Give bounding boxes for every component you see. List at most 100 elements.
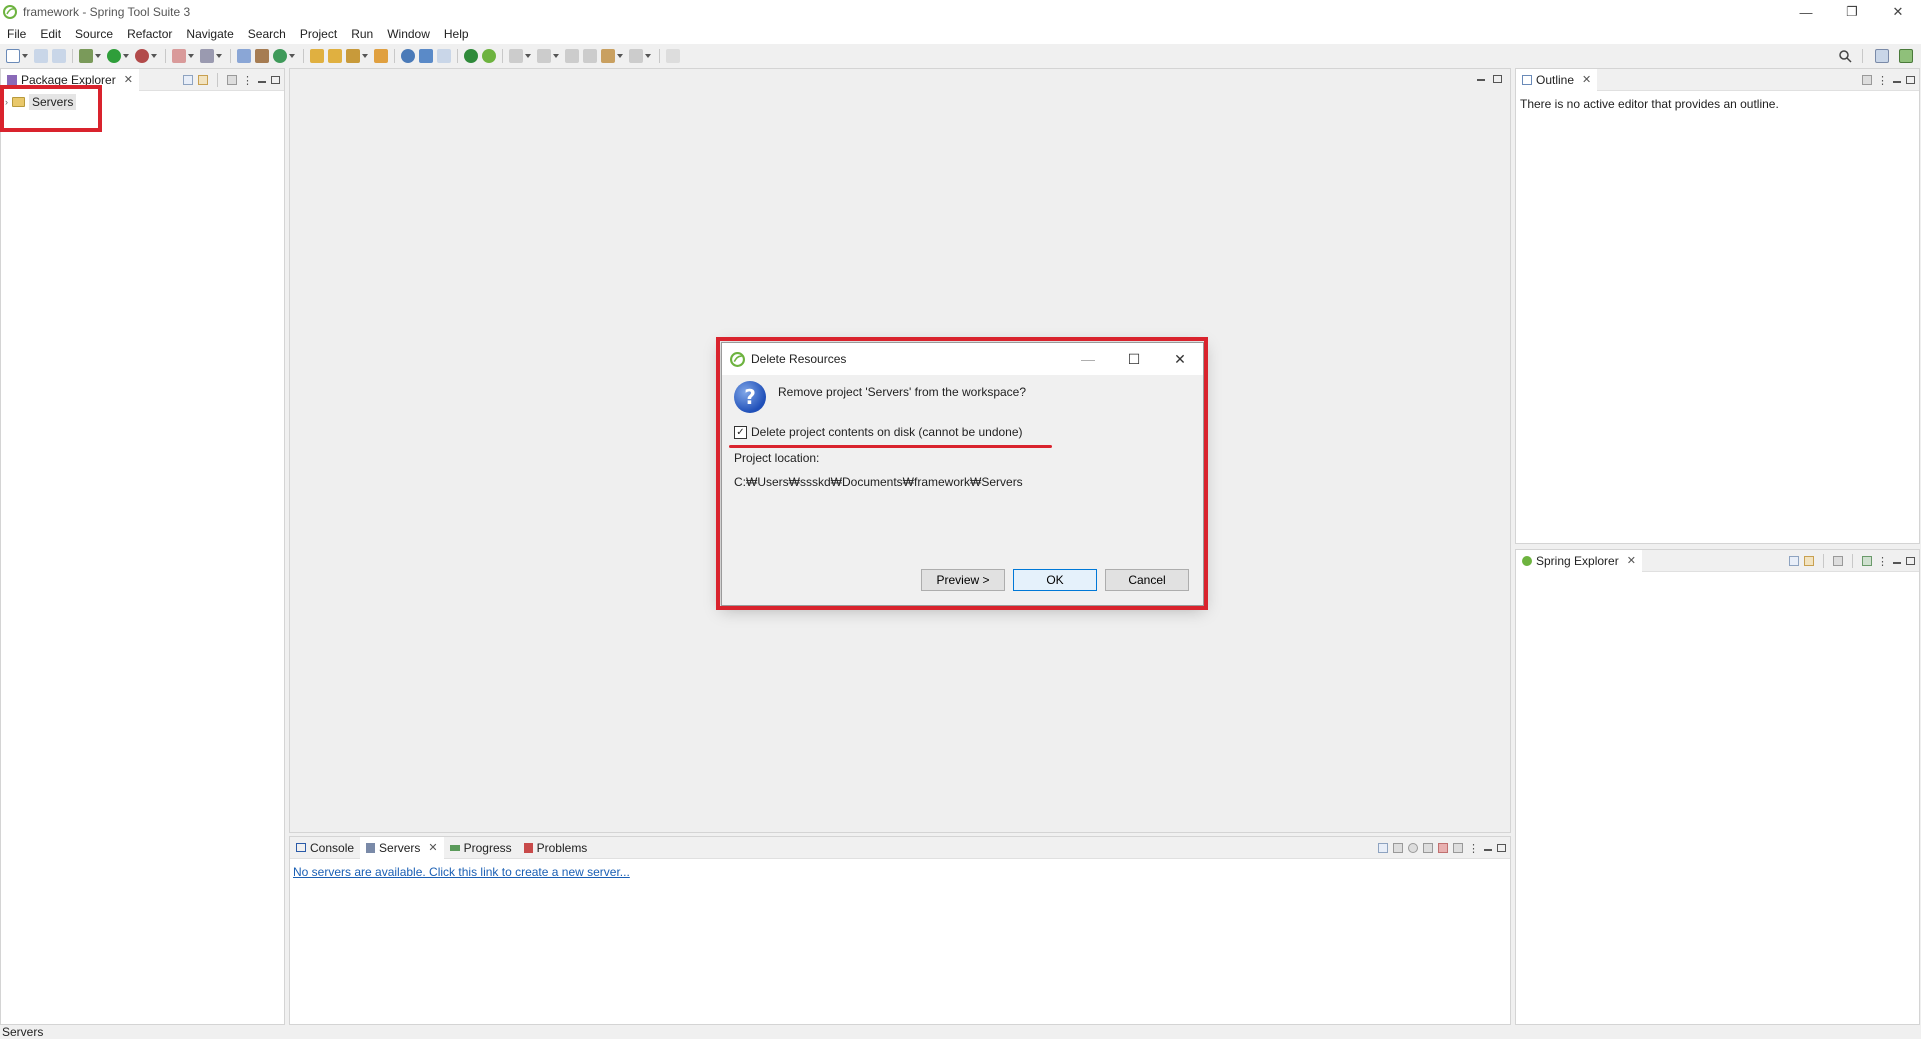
open-resource-icon[interactable] <box>374 49 388 63</box>
view-menu-icon[interactable]: ⋮ <box>1877 555 1888 568</box>
open-perspective-icon[interactable] <box>1875 49 1889 63</box>
menu-edit[interactable]: Edit <box>33 27 68 41</box>
stop-dropdown-icon[interactable] <box>188 54 194 58</box>
tab-progress[interactable]: Progress <box>444 837 518 859</box>
menu-search[interactable]: Search <box>241 27 293 41</box>
minimize-window-button[interactable]: — <box>1783 0 1829 24</box>
new-class-dropdown-icon[interactable] <box>289 54 295 58</box>
status-bar: Servers <box>0 1025 1921 1039</box>
close-tab-icon[interactable]: ✕ <box>428 841 437 854</box>
pin-editor-icon[interactable] <box>666 49 680 63</box>
view-menu-icon[interactable]: ⋮ <box>242 74 253 87</box>
run-dropdown-icon[interactable] <box>123 54 129 58</box>
maximize-panel-icon[interactable] <box>1497 844 1506 852</box>
next-annotation-icon[interactable] <box>509 49 523 63</box>
tab-servers-label: Servers <box>379 840 421 855</box>
create-server-link[interactable]: No servers are available. Click this lin… <box>293 865 630 879</box>
debug-server-icon[interactable] <box>1393 843 1403 853</box>
search-tool-icon[interactable] <box>346 49 360 63</box>
minimize-panel-icon[interactable] <box>1893 81 1901 83</box>
save-all-icon[interactable] <box>52 49 66 63</box>
view-menu-icon[interactable]: ⋮ <box>1877 74 1888 87</box>
link-with-editor-icon[interactable] <box>1804 556 1814 566</box>
close-window-button[interactable]: ✕ <box>1875 0 1921 24</box>
save-icon[interactable] <box>34 49 48 63</box>
toolbar-separator <box>165 49 166 63</box>
last-edit-location-icon[interactable] <box>565 49 579 63</box>
spring-boot-dashboard-icon[interactable] <box>464 49 478 63</box>
web-browser-icon[interactable] <box>401 49 415 63</box>
close-tab-icon[interactable]: ✕ <box>124 73 133 86</box>
search-icon[interactable] <box>1838 49 1852 63</box>
minimize-panel-icon[interactable] <box>1893 562 1901 564</box>
next-annotation-dropdown-icon[interactable] <box>525 54 531 58</box>
forward-dropdown-icon[interactable] <box>645 54 651 58</box>
maximize-editor-icon[interactable] <box>1493 75 1502 83</box>
tab-console[interactable]: Console <box>290 837 360 859</box>
forward-icon[interactable] <box>629 49 643 63</box>
open-task-icon[interactable] <box>328 49 342 63</box>
tab-problems[interactable]: Problems <box>518 837 594 859</box>
new-package-icon[interactable] <box>255 49 269 63</box>
deploy-icon[interactable] <box>200 49 214 63</box>
debug-icon[interactable] <box>79 49 93 63</box>
debug-dropdown-icon[interactable] <box>95 54 101 58</box>
minimize-panel-icon[interactable] <box>1484 849 1492 851</box>
restore-window-button[interactable]: ❐ <box>1829 0 1875 24</box>
publish-server-icon[interactable] <box>1453 843 1463 853</box>
focus-on-active-task-icon[interactable] <box>1862 75 1872 85</box>
external-tools-icon[interactable] <box>135 49 149 63</box>
profile-server-icon[interactable] <box>1423 843 1433 853</box>
tab-outline[interactable]: Outline ✕ <box>1516 68 1598 91</box>
maximize-panel-icon[interactable] <box>1906 557 1915 565</box>
view-menu-icon[interactable]: ⋮ <box>1468 842 1479 855</box>
run-icon[interactable] <box>107 49 121 63</box>
spring-perspective-icon[interactable] <box>1899 49 1913 63</box>
menu-project[interactable]: Project <box>293 27 344 41</box>
focus-on-active-task-icon[interactable] <box>227 75 237 85</box>
search-tool-dropdown-icon[interactable] <box>362 54 368 58</box>
external-tools-dropdown-icon[interactable] <box>151 54 157 58</box>
tab-servers[interactable]: Servers ✕ <box>360 836 444 859</box>
stop-icon[interactable] <box>172 49 186 63</box>
terminal-icon[interactable] <box>419 49 433 63</box>
new-class-icon[interactable] <box>273 49 287 63</box>
stop-server-icon[interactable] <box>1438 843 1448 853</box>
new-java-project-icon[interactable] <box>237 49 251 63</box>
back-icon[interactable] <box>601 49 615 63</box>
sort-icon[interactable] <box>1862 556 1872 566</box>
menu-window[interactable]: Window <box>380 27 437 41</box>
spring-icon[interactable] <box>482 49 496 63</box>
collapse-all-icon[interactable] <box>1789 556 1799 566</box>
focus-on-active-task-icon[interactable] <box>1833 556 1843 566</box>
new-icon[interactable] <box>6 49 20 63</box>
deploy-dropdown-icon[interactable] <box>216 54 222 58</box>
close-tab-icon[interactable]: ✕ <box>1627 554 1636 567</box>
open-type-icon[interactable] <box>310 49 324 63</box>
new-dropdown-icon[interactable] <box>22 54 28 58</box>
maximize-panel-icon[interactable] <box>1906 76 1915 84</box>
close-tab-icon[interactable]: ✕ <box>1582 73 1591 86</box>
back-dropdown-icon[interactable] <box>617 54 623 58</box>
menu-help[interactable]: Help <box>437 27 476 41</box>
tab-spring-explorer[interactable]: Spring Explorer ✕ <box>1516 549 1642 572</box>
previous-annotation-icon[interactable] <box>537 49 551 63</box>
annotation-box-servers <box>0 85 102 132</box>
spring-leaf-icon <box>3 5 17 19</box>
menu-file[interactable]: File <box>0 27 33 41</box>
menu-source[interactable]: Source <box>68 27 120 41</box>
collapse-all-icon[interactable] <box>1378 843 1388 853</box>
minimize-editor-icon[interactable] <box>1477 79 1485 81</box>
link-with-editor-icon[interactable] <box>198 75 208 85</box>
menu-run[interactable]: Run <box>344 27 380 41</box>
menu-navigate[interactable]: Navigate <box>179 27 240 41</box>
previous-annotation-dropdown-icon[interactable] <box>553 54 559 58</box>
back-history-icon[interactable] <box>583 49 597 63</box>
minimize-panel-icon[interactable] <box>258 81 266 83</box>
maximize-panel-icon[interactable] <box>271 76 280 84</box>
problems-icon <box>523 842 533 853</box>
toggle-breadcrumb-icon[interactable] <box>437 49 451 63</box>
collapse-all-icon[interactable] <box>183 75 193 85</box>
menu-refactor[interactable]: Refactor <box>120 27 179 41</box>
start-server-icon[interactable] <box>1408 843 1418 853</box>
